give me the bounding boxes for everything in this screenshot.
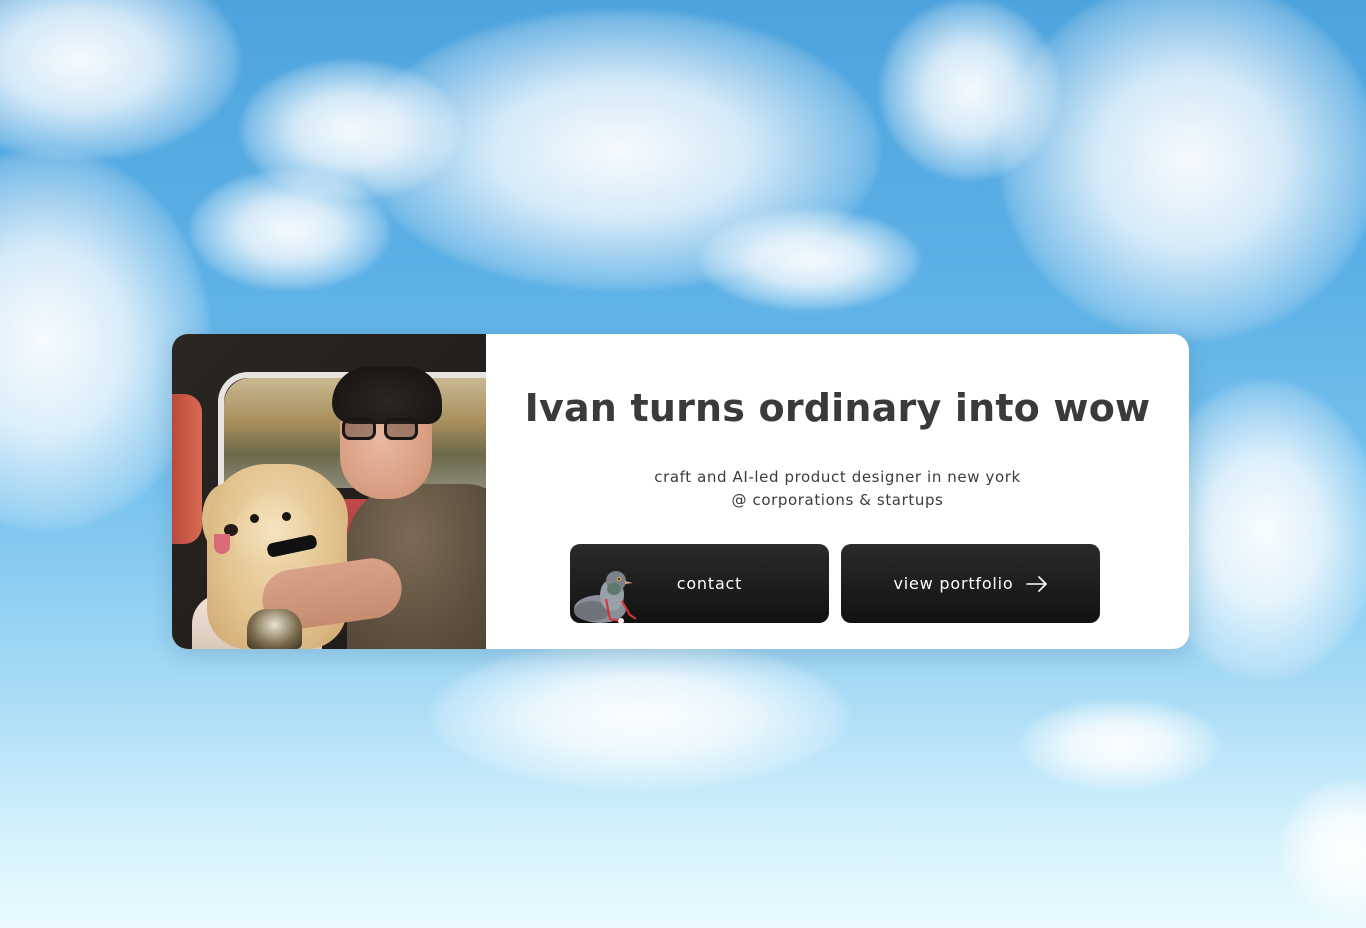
arrow-right-icon <box>1025 575 1048 592</box>
subtitle-line: @ corporations & startups <box>731 491 944 509</box>
view-portfolio-button[interactable]: view portfolio <box>841 544 1100 623</box>
sneaker <box>247 609 302 649</box>
hero-title: Ivan turns ordinary into wow <box>524 386 1151 430</box>
subtitle-line: craft and AI-led product designer in new… <box>654 468 1021 486</box>
hero-content: Ivan turns ordinary into wow craft and A… <box>486 334 1189 649</box>
cloud <box>1020 700 1220 790</box>
dog-eye <box>250 514 259 523</box>
cloud <box>190 170 390 290</box>
contact-button[interactable]: contact <box>570 544 829 623</box>
dog-face <box>234 494 314 574</box>
contact-label: contact <box>676 574 743 593</box>
dog-tongue <box>214 534 230 554</box>
pigeon-icon <box>574 571 637 623</box>
cloud <box>430 640 850 790</box>
glasses <box>342 418 434 442</box>
hero-card: Ivan turns ordinary into wow craft and A… <box>172 334 1189 649</box>
cta-buttons: contact view portfolio <box>570 544 1100 623</box>
cloud <box>700 210 920 310</box>
person-hair <box>332 366 442 424</box>
cloud <box>0 0 240 160</box>
hero-subtitle: craft and AI-led product designer in new… <box>486 466 1189 512</box>
cloud <box>1000 0 1366 340</box>
view-portfolio-label: view portfolio <box>893 574 1014 593</box>
car-seat <box>172 394 202 544</box>
profile-photo <box>172 334 486 649</box>
dog-eye <box>282 512 291 521</box>
cloud <box>1280 780 1366 920</box>
